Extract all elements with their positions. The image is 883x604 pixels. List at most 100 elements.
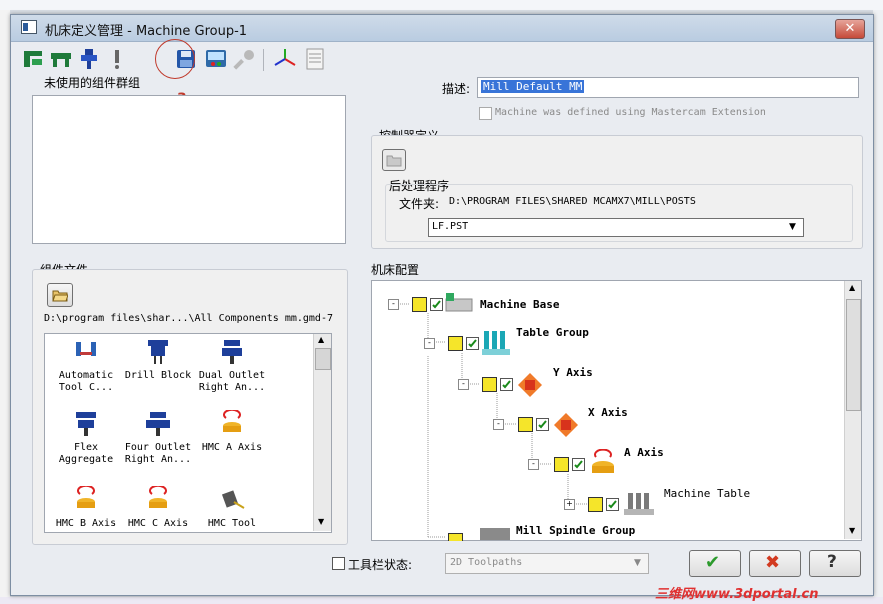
tree-node-icon [412, 297, 427, 312]
check-icon [432, 300, 441, 309]
tree-node-icon [448, 533, 463, 541]
controller-open-button[interactable] [382, 149, 406, 171]
component-item[interactable]: Flex Aggregate [51, 408, 121, 470]
tree-scrollbar[interactable]: ▲ ▼ [844, 281, 861, 539]
dual-outlet-icon [222, 340, 242, 364]
tree-expander[interactable]: - [493, 419, 504, 430]
component-open-button[interactable] [47, 283, 73, 307]
background-left-edge [0, 10, 10, 604]
linear-axis-icon [554, 413, 578, 437]
drill-block-icon [148, 340, 168, 364]
close-button[interactable]: ✕ [835, 19, 865, 39]
tree-node-checkbox[interactable] [500, 378, 513, 391]
list-icon[interactable] [303, 47, 327, 71]
toolbar-state-select[interactable]: 2D Toolpaths ▼ [445, 553, 649, 574]
description-label: 描述: [442, 82, 471, 96]
component-item[interactable]: HMC Tool [197, 484, 267, 532]
machine-icon[interactable] [21, 47, 45, 71]
toolbar-state-label: 工具栏状态: [348, 558, 413, 572]
tree-node-checkbox[interactable] [466, 337, 479, 350]
component-label: Dual Outlet Right An... [198, 370, 266, 393]
cancel-button[interactable]: ✖ [749, 550, 801, 577]
component-item[interactable]: Automatic Tool C... [51, 336, 121, 398]
component-label: Automatic Tool C... [58, 370, 114, 393]
component-label: HMC A Axis [201, 442, 263, 453]
component-item[interactable]: HMC C Axis [123, 484, 193, 532]
toolbar-state-checkbox[interactable] [332, 557, 345, 570]
tree-expander[interactable]: - [388, 299, 399, 310]
table-icon[interactable] [49, 47, 73, 71]
table-group-icon [482, 331, 510, 355]
tree-node-label[interactable]: X Axis [588, 406, 628, 419]
component-label: HMC B Axis [55, 518, 117, 529]
rotary-axis-icon [223, 410, 241, 432]
tree-node-checkbox[interactable] [606, 498, 619, 511]
tree-node-label[interactable]: Table Group [516, 326, 589, 339]
unused-group-list[interactable] [32, 95, 346, 244]
tree-node-label[interactable]: Machine Table [664, 487, 750, 500]
rotary-axis-icon [149, 486, 167, 508]
flex-aggregate-icon [76, 412, 96, 436]
tree-expander[interactable]: + [564, 499, 575, 510]
tree-node-label[interactable]: A Axis [624, 446, 664, 459]
background-app-strip [0, 0, 883, 10]
component-list[interactable]: Automatic Tool C... Drill Block Dual Outl… [44, 333, 332, 533]
check-icon [468, 339, 477, 348]
folder-icon [386, 155, 402, 167]
folder-path: D:\PROGRAM FILES\SHARED MCAMX7\MILL\POST… [449, 196, 696, 207]
machine-definition-dialog: 机床定义管理 - Machine Group-1 ✕ 未使用的组件群组 描述: … [10, 14, 874, 596]
rotary-axis-icon [77, 486, 95, 508]
unused-group-label: 未使用的组件群组 [44, 76, 141, 90]
description-field[interactable]: Mill Default MM [477, 77, 859, 98]
component-label: Four Outlet Right An... [124, 442, 192, 465]
component-item[interactable]: HMC B Axis [51, 484, 121, 532]
tree-node-checkbox[interactable] [536, 418, 549, 431]
extension-checkbox[interactable] [479, 107, 492, 120]
tree-node-icon [448, 336, 463, 351]
tree-node-label[interactable]: Mill Spindle Group [516, 524, 635, 537]
post-select[interactable]: LF.PST ▼ [428, 218, 804, 237]
check-icon [502, 380, 511, 389]
controller-icon[interactable] [204, 47, 228, 71]
description-value: Mill Default MM [481, 80, 585, 93]
component-item[interactable]: Drill Block [123, 336, 193, 398]
wrench-icon[interactable] [233, 47, 257, 71]
scroll-down-icon[interactable]: ▼ [318, 517, 324, 526]
tree-expander[interactable]: - [458, 379, 469, 390]
tree-node-checkbox[interactable] [430, 298, 443, 311]
rotary-axis-icon [592, 449, 614, 473]
component-label: HMC Tool [207, 518, 257, 529]
axis-icon[interactable] [273, 47, 297, 71]
scrollbar-thumb[interactable] [846, 299, 861, 411]
ok-button[interactable]: ✔ [689, 550, 741, 577]
component-label: Drill Block [124, 370, 192, 381]
window-icon [21, 20, 37, 34]
tree-node-label[interactable]: Y Axis [553, 366, 593, 379]
tree-node-checkbox[interactable] [572, 458, 585, 471]
tree-expander[interactable]: - [528, 459, 539, 470]
tree-node-icon [482, 377, 497, 392]
machine-tree[interactable]: - Machine Base - Table Group - Y Axis - … [371, 280, 862, 541]
scroll-down-icon[interactable]: ▼ [849, 526, 855, 535]
component-list-scrollbar[interactable]: ▲ ▼ [313, 334, 331, 531]
machine-base-icon [445, 293, 473, 312]
scrollbar-thumb[interactable] [315, 348, 331, 370]
title-bar[interactable]: 机床定义管理 - Machine Group-1 ✕ [11, 15, 873, 42]
component-label: Flex Aggregate [58, 442, 114, 465]
tree-expander[interactable]: - [424, 338, 435, 349]
help-icon: ? [827, 552, 837, 572]
tree-node-icon [518, 417, 533, 432]
tree-node-label[interactable]: Machine Base [480, 298, 559, 311]
component-item[interactable]: Dual Outlet Right An... [197, 336, 267, 398]
check-icon [574, 460, 583, 469]
scroll-up-icon[interactable]: ▲ [318, 335, 324, 344]
help-button[interactable]: ? [809, 550, 861, 577]
component-item[interactable]: Four Outlet Right An... [123, 408, 193, 470]
scroll-up-icon[interactable]: ▲ [849, 283, 855, 292]
spindle-icon[interactable] [77, 47, 101, 71]
toolbar-separator [263, 49, 264, 71]
warning-icon[interactable] [105, 47, 129, 71]
component-label: HMC C Axis [127, 518, 189, 529]
component-item[interactable]: HMC A Axis [197, 408, 267, 470]
chevron-down-icon: ▼ [789, 222, 796, 232]
